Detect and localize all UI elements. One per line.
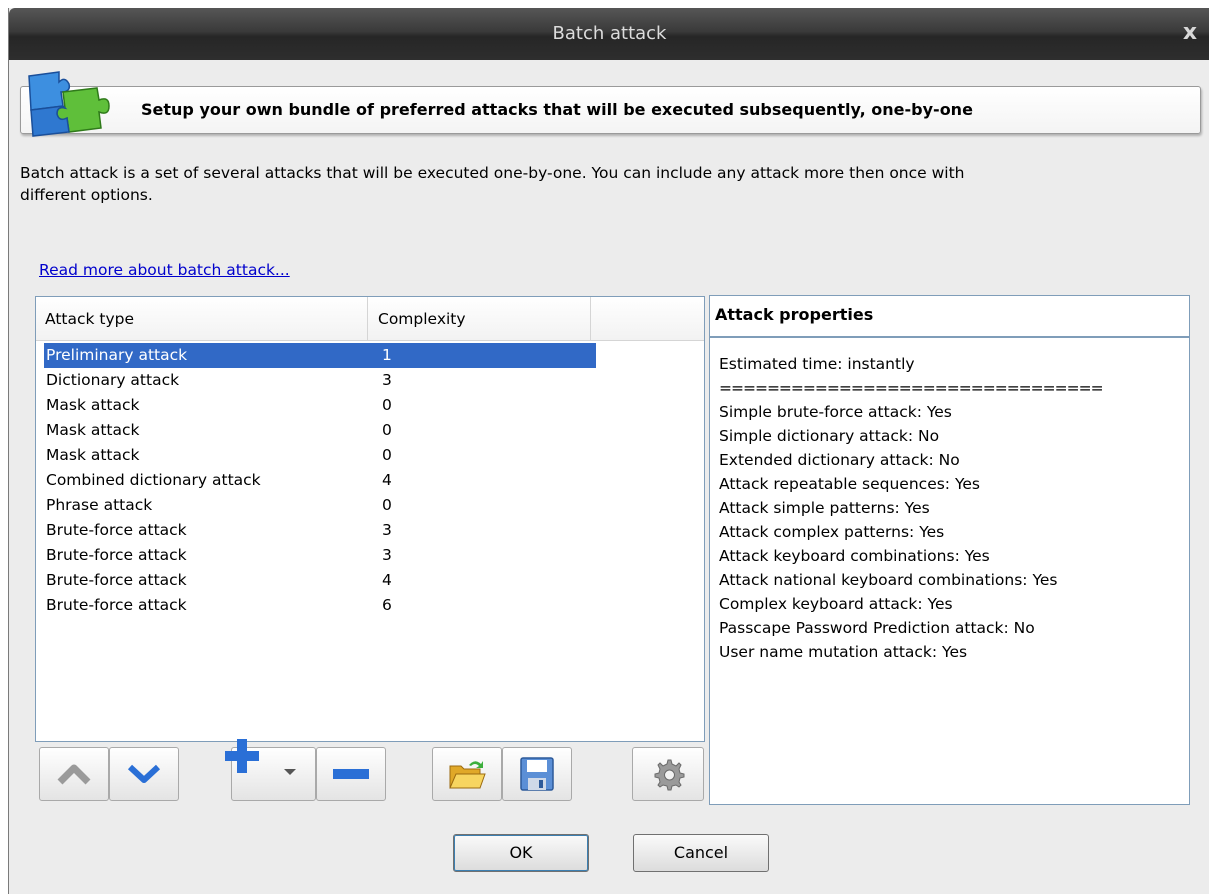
ok-button[interactable]: OK — [453, 834, 589, 872]
read-more-link[interactable]: Read more about batch attack... — [39, 261, 290, 279]
property-line: User name mutation attack: Yes — [719, 643, 968, 661]
attack-type-cell: Mask attack — [46, 396, 140, 414]
list-header: Attack type Complexity — [36, 297, 704, 341]
banner-text: Setup your own bundle of preferred attac… — [141, 100, 973, 119]
attack-type-cell: Phrase attack — [46, 496, 153, 514]
complexity-cell: 0 — [382, 496, 392, 514]
attack-row[interactable]: Brute-force attack 3 — [44, 543, 694, 568]
property-line: Simple dictionary attack: No — [719, 427, 940, 445]
attack-type-cell: Combined dictionary attack — [46, 471, 261, 489]
window-title: Batch attack — [552, 23, 667, 44]
column-complexity[interactable]: Complexity — [369, 297, 591, 341]
attack-row[interactable]: Dictionary attack 3 — [44, 368, 694, 393]
header-banner: Setup your own bundle of preferred attac… — [20, 86, 1201, 134]
save-batch-button[interactable] — [502, 747, 572, 801]
property-line: Simple brute-force attack: Yes — [719, 403, 952, 421]
attack-row[interactable]: Brute-force attack 6 — [44, 593, 694, 618]
property-line: Attack national keyboard combinations: Y… — [719, 571, 1058, 589]
complexity-cell: 3 — [382, 521, 392, 539]
cancel-button[interactable]: Cancel — [633, 834, 769, 872]
column-attack-type[interactable]: Attack type — [36, 297, 368, 341]
attack-row[interactable]: Preliminary attack 1 — [43, 342, 597, 369]
attack-row[interactable]: Mask attack 0 — [44, 393, 694, 418]
complexity-cell: 4 — [382, 571, 392, 589]
attack-type-cell: Brute-force attack — [46, 596, 187, 614]
open-batch-button[interactable] — [432, 747, 502, 801]
attack-type-cell: Dictionary attack — [46, 371, 180, 389]
properties-title: Attack properties — [710, 296, 1189, 338]
puzzle-icon — [19, 66, 119, 146]
attack-row[interactable]: Combined dictionary attack 4 — [44, 468, 694, 493]
attack-rows: Preliminary attack 1 Dictionary attack 3 Mas… — [43, 342, 694, 618]
complexity-cell: 3 — [382, 371, 392, 389]
attack-type-cell: Preliminary attack — [46, 346, 188, 364]
complexity-cell: 6 — [382, 596, 392, 614]
attack-row[interactable]: Phrase attack 0 — [44, 493, 694, 518]
description-line-2: different options. — [20, 186, 153, 204]
move-down-button[interactable] — [109, 747, 179, 801]
attack-row[interactable]: Brute-force attack 3 — [44, 518, 694, 543]
remove-attack-button[interactable] — [316, 747, 386, 801]
complexity-cell: 3 — [382, 546, 392, 564]
complexity-cell: 4 — [382, 471, 392, 489]
properties-body: Estimated time: instantly ===============… — [719, 352, 1104, 664]
close-button[interactable]: x — [1176, 20, 1204, 46]
property-line: Attack repeatable sequences: Yes — [719, 475, 980, 493]
complexity-cell: 0 — [382, 396, 392, 414]
attack-type-cell: Brute-force attack — [46, 521, 187, 539]
add-attack-button[interactable] — [225, 739, 316, 801]
attack-properties-panel: Attack properties Estimated time: instan… — [709, 295, 1190, 805]
attack-type-cell: Mask attack — [46, 421, 140, 439]
property-line: Extended dictionary attack: No — [719, 451, 960, 469]
attack-type-cell: Brute-force attack — [46, 571, 187, 589]
property-line: Estimated time: instantly — [719, 355, 915, 373]
complexity-cell: 1 — [382, 346, 392, 364]
move-up-button[interactable] — [39, 747, 109, 801]
batch-attack-dialog: Batch attack x Setup your own bundle of … — [8, 8, 1209, 894]
attack-type-cell: Brute-force attack — [46, 546, 187, 564]
property-line: Complex keyboard attack: Yes — [719, 595, 953, 613]
property-line: Passcape Password Prediction attack: No — [719, 619, 1035, 637]
description-line-1: Batch attack is a set of several attacks… — [20, 164, 965, 182]
property-line: Attack complex patterns: Yes — [719, 523, 945, 541]
attack-list[interactable]: Attack type Complexity Preliminary attac… — [35, 296, 705, 742]
attack-row[interactable]: Brute-force attack 4 — [44, 568, 694, 593]
attack-type-cell: Mask attack — [46, 446, 140, 464]
attack-row[interactable]: Mask attack 0 — [44, 443, 694, 468]
title-bar[interactable]: Batch attack x — [9, 8, 1209, 60]
attack-settings-button[interactable] — [632, 747, 704, 801]
complexity-cell: 0 — [382, 421, 392, 439]
complexity-cell: 0 — [382, 446, 392, 464]
property-separator: ================================ — [719, 379, 1104, 397]
description: Batch attack is a set of several attacks… — [20, 162, 1170, 206]
property-line: Attack simple patterns: Yes — [719, 499, 930, 517]
property-line: Attack keyboard combinations: Yes — [719, 547, 990, 565]
attack-row[interactable]: Mask attack 0 — [44, 418, 694, 443]
